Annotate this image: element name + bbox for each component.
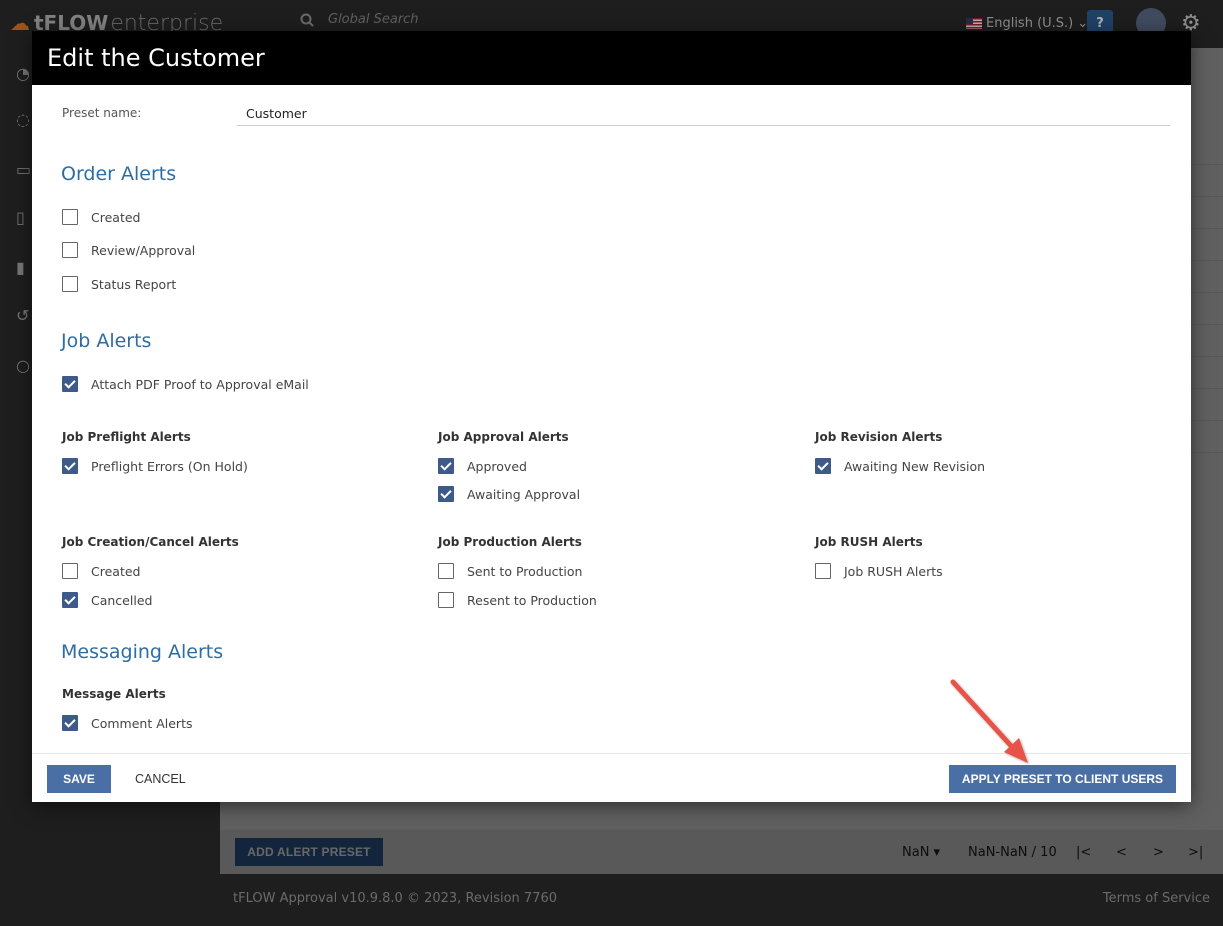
order-alerts-title: Order Alerts: [61, 163, 177, 185]
preset-name-label: Preset name:: [62, 106, 142, 120]
rush-alerts-title: Job RUSH Alerts: [815, 535, 923, 549]
checkbox-label: Resent to Production: [467, 592, 597, 608]
checkbox-box[interactable]: [62, 242, 78, 258]
checkbox-box[interactable]: [815, 563, 831, 579]
comment-alerts-checkbox[interactable]: Comment Alerts: [62, 715, 192, 731]
order-created-checkbox[interactable]: Created: [62, 209, 140, 225]
checkbox-box[interactable]: [62, 276, 78, 292]
checkbox-label: Preflight Errors (On Hold): [91, 458, 248, 474]
order-status-report-checkbox[interactable]: Status Report: [62, 276, 176, 292]
edit-preset-dialog: Edit the Customer Preset name: Order Ale…: [32, 31, 1191, 802]
awaiting-new-revision-checkbox[interactable]: Awaiting New Revision: [815, 458, 985, 474]
checkbox-box[interactable]: [62, 458, 78, 474]
checkbox-box[interactable]: [438, 486, 454, 502]
checkbox-box[interactable]: [62, 209, 78, 225]
checkbox-label: Created: [91, 209, 141, 225]
apply-preset-button[interactable]: APPLY PRESET TO CLIENT USERS: [949, 765, 1176, 793]
checkbox-label: Sent to Production: [467, 563, 583, 579]
checkbox-label: Attach PDF Proof to Approval eMail: [91, 376, 309, 392]
checkbox-box[interactable]: [62, 376, 78, 392]
awaiting-approval-checkbox[interactable]: Awaiting Approval: [438, 486, 580, 502]
checkbox-label: Status Report: [91, 276, 177, 292]
revision-alerts-title: Job Revision Alerts: [815, 430, 943, 444]
save-button[interactable]: SAVE: [47, 765, 111, 793]
checkbox-label: Cancelled: [91, 592, 153, 608]
job-cancelled-checkbox[interactable]: Cancelled: [62, 592, 152, 608]
checkbox-label: Job RUSH Alerts: [844, 563, 943, 579]
attach-pdf-checkbox[interactable]: Attach PDF Proof to Approval eMail: [62, 376, 309, 392]
checkbox-label: Comment Alerts: [91, 715, 193, 731]
preflight-errors-checkbox[interactable]: Preflight Errors (On Hold): [62, 458, 248, 474]
checkbox-box[interactable]: [438, 592, 454, 608]
dialog-title: Edit the Customer: [32, 31, 1191, 85]
messaging-alerts-title: Messaging Alerts: [61, 641, 224, 663]
cancel-button[interactable]: CANCEL: [123, 765, 198, 793]
dialog-footer: SAVE CANCEL APPLY PRESET TO CLIENT USERS: [32, 753, 1191, 803]
production-alerts-title: Job Production Alerts: [438, 535, 582, 549]
sent-to-production-checkbox[interactable]: Sent to Production: [438, 563, 582, 579]
job-alerts-title: Job Alerts: [61, 330, 152, 352]
checkbox-box[interactable]: [438, 458, 454, 474]
preset-name-input[interactable]: [237, 101, 1170, 126]
checkbox-box[interactable]: [62, 592, 78, 608]
approved-checkbox[interactable]: Approved: [438, 458, 527, 474]
order-review-approval-checkbox[interactable]: Review/Approval: [62, 242, 195, 258]
job-rush-alerts-checkbox[interactable]: Job RUSH Alerts: [815, 563, 943, 579]
approval-alerts-title: Job Approval Alerts: [438, 430, 569, 444]
checkbox-label: Awaiting New Revision: [844, 458, 986, 474]
dialog-body: Preset name: Order Alerts Created Review…: [32, 85, 1191, 753]
checkbox-box[interactable]: [62, 715, 78, 731]
job-created-checkbox[interactable]: Created: [62, 563, 140, 579]
checkbox-label: Created: [91, 563, 141, 579]
resent-to-production-checkbox[interactable]: Resent to Production: [438, 592, 597, 608]
checkbox-box[interactable]: [438, 563, 454, 579]
checkbox-box[interactable]: [62, 563, 78, 579]
checkbox-label: Review/Approval: [91, 242, 196, 258]
checkbox-box[interactable]: [815, 458, 831, 474]
creation-cancel-alerts-title: Job Creation/Cancel Alerts: [62, 535, 239, 549]
checkbox-label: Approved: [467, 458, 527, 474]
preflight-alerts-title: Job Preflight Alerts: [62, 430, 191, 444]
checkbox-label: Awaiting Approval: [467, 486, 581, 502]
message-alerts-title: Message Alerts: [62, 687, 166, 701]
